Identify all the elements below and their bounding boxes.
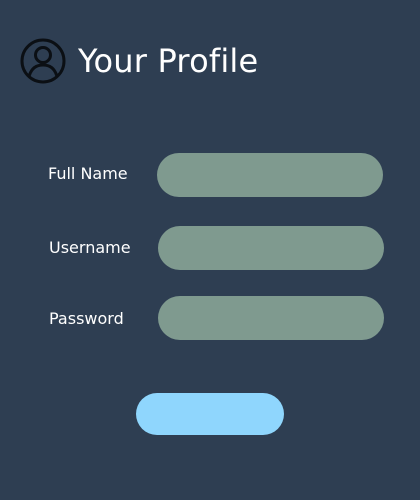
password-label: Password <box>49 309 124 328</box>
user-avatar-icon <box>20 38 66 84</box>
page-header: Your Profile <box>20 38 258 84</box>
page-title: Your Profile <box>78 42 259 80</box>
submit-button[interactable] <box>136 393 284 435</box>
username-field[interactable] <box>158 226 384 270</box>
username-label: Username <box>49 238 131 257</box>
full-name-field[interactable] <box>157 153 383 197</box>
full-name-label: Full Name <box>48 164 128 183</box>
password-field[interactable] <box>158 296 384 340</box>
